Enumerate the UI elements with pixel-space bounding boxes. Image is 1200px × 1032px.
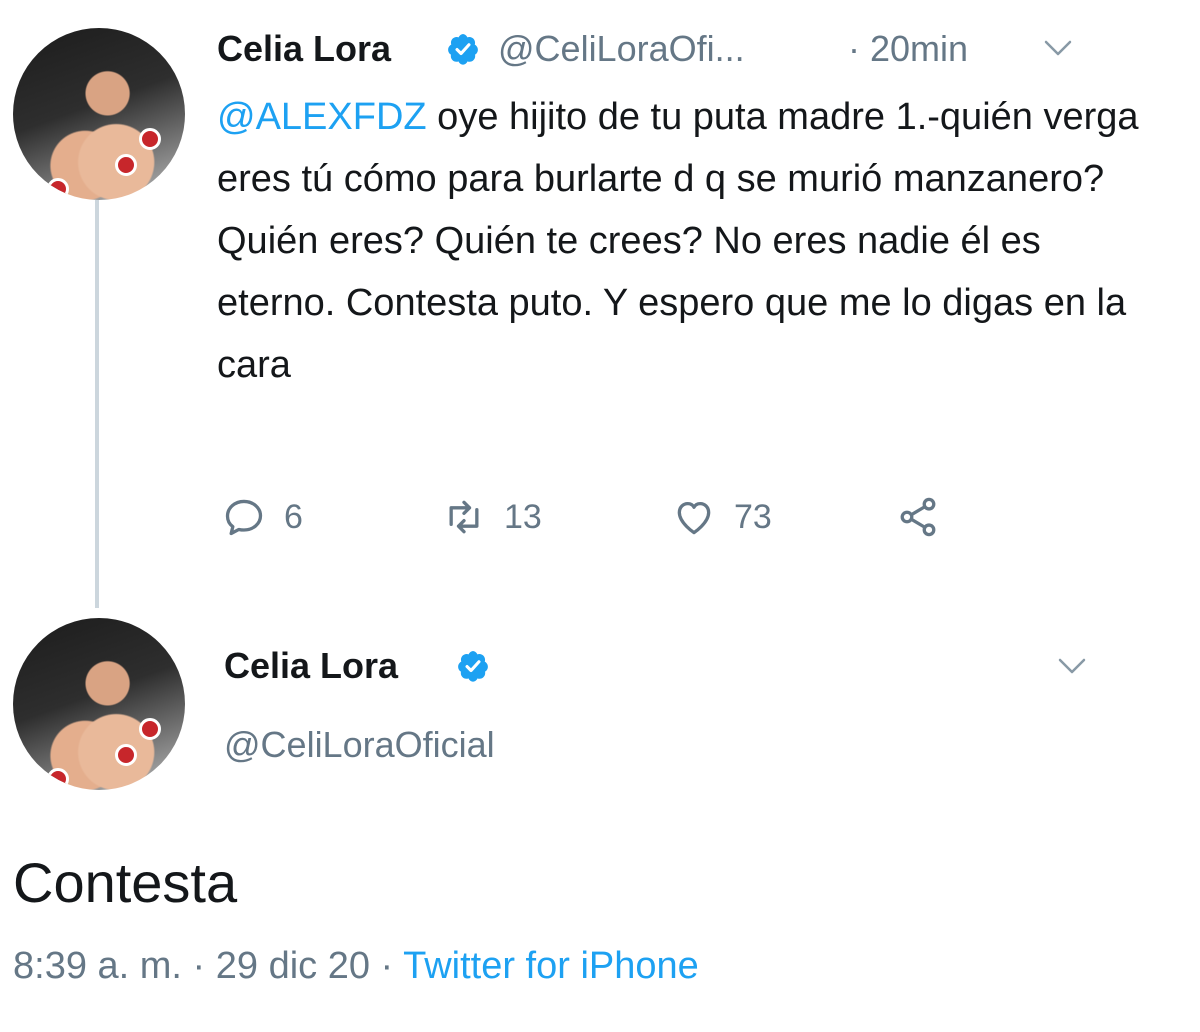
tweet-timestamp[interactable]: 8:39 a. m. <box>13 945 182 987</box>
author-name[interactable]: Celia Lora <box>217 28 391 70</box>
retweet-count: 13 <box>504 497 542 536</box>
author-handle[interactable]: @CeliLoraOfi... <box>498 28 745 70</box>
like-count: 73 <box>734 497 772 536</box>
avatar[interactable] <box>13 28 185 200</box>
chevron-down-icon[interactable] <box>1057 656 1087 676</box>
tweet-text: Contesta <box>13 851 238 914</box>
like-icon <box>677 501 711 535</box>
retweet-button[interactable]: 13 <box>442 492 542 542</box>
author-name[interactable]: Celia Lora <box>224 645 398 687</box>
thread-line <box>95 200 99 608</box>
author-handle[interactable]: @CeliLoraOficial <box>224 724 495 766</box>
tweet-source-link[interactable]: Twitter for iPhone <box>403 945 699 987</box>
chevron-down-icon[interactable] <box>1043 38 1073 58</box>
like-button[interactable]: 73 <box>672 492 772 542</box>
tweet-meta: 8:39 a. m. · 29 dic 20 · Twitter for iPh… <box>13 945 699 988</box>
avatar[interactable] <box>13 618 185 790</box>
retweet-icon <box>449 500 479 534</box>
reply-icon <box>225 499 263 536</box>
verified-badge-icon <box>448 34 478 65</box>
share-icon <box>900 497 936 537</box>
tweet-time[interactable]: · 20min <box>848 28 968 70</box>
share-button[interactable] <box>896 492 958 542</box>
tweet-date[interactable]: 29 dic 20 <box>216 945 370 987</box>
verified-badge-icon <box>458 651 488 682</box>
reply-button[interactable]: 6 <box>222 492 303 542</box>
meta-separator: · <box>181 945 216 987</box>
mention-link[interactable]: @ALEXFDZ <box>217 96 427 138</box>
reply-count: 6 <box>284 497 303 536</box>
tweet-text-content: oye hijito de tu puta madre 1.-quién ver… <box>217 96 1139 386</box>
meta-separator: · <box>370 945 404 987</box>
tweet-text: @ALEXFDZ oye hijito de tu puta madre 1.-… <box>217 86 1147 396</box>
